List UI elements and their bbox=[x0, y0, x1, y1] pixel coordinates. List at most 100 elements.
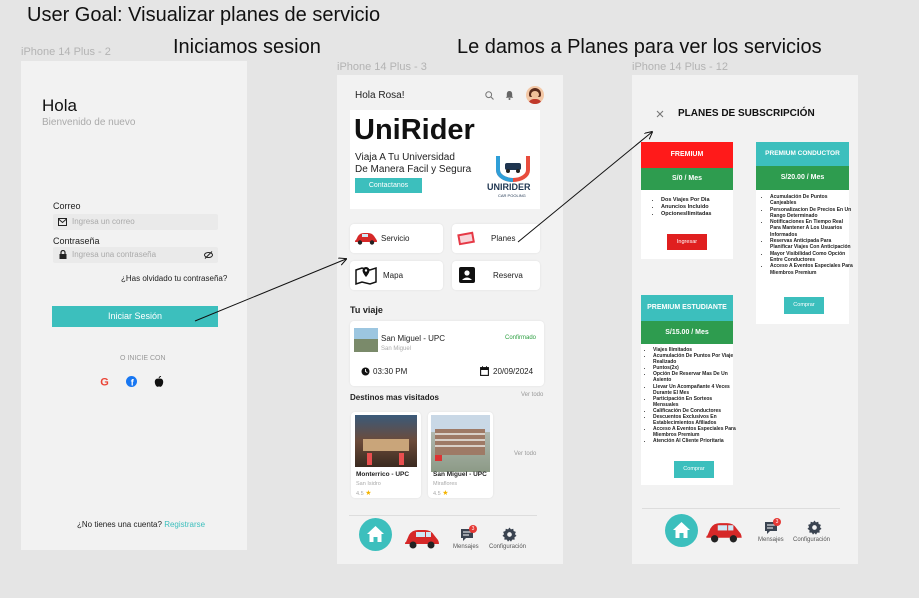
nav-home-button[interactable] bbox=[665, 514, 698, 547]
trip-card[interactable]: San Miguel - UPC San Miguel Confirmado 0… bbox=[350, 321, 544, 386]
hero-banner: UniRider Viaja A Tu Universidad De Maner… bbox=[350, 110, 540, 209]
email-label: Correo bbox=[53, 201, 81, 211]
rating-value-1: 4.5 bbox=[356, 491, 364, 497]
plan-price-estudiante: S/15.00 / Mes bbox=[641, 321, 733, 344]
nav-car-icon[interactable] bbox=[705, 519, 743, 544]
email-field[interactable]: Ingresa un correo bbox=[53, 214, 218, 230]
car-icon bbox=[355, 233, 377, 245]
plan-price-fremium: S/0 / Mes bbox=[641, 168, 733, 190]
star-icon: ★ bbox=[365, 490, 372, 497]
plan-button-estudiante[interactable]: Comprar bbox=[674, 461, 714, 478]
home-icon bbox=[367, 526, 384, 542]
login-button[interactable]: Iniciar Sesión bbox=[52, 306, 218, 327]
home-screen: Hola Rosa! UniRider Viaja A Tu Universid… bbox=[337, 75, 563, 564]
frame-label-home: iPhone 14 Plus - 3 bbox=[337, 61, 427, 73]
destination-subtitle-1: San Isidro bbox=[356, 481, 381, 487]
forgot-password-link[interactable]: ¿Has olvidado tu contraseña? bbox=[121, 274, 227, 283]
plan-price-conductor: S/20.00 / Mes bbox=[756, 166, 849, 190]
trip-subtitle: San Miguel bbox=[381, 346, 412, 352]
feature-item: Atención Al Cliente Prioritaria bbox=[653, 438, 739, 444]
plans-title: PLANES DE SUBSCRIPCIÓN bbox=[678, 108, 815, 119]
destination-card-1[interactable]: Monterrico - UPC San Isidro 4.5 ★ bbox=[351, 412, 421, 498]
mail-icon bbox=[58, 218, 67, 226]
search-icon[interactable] bbox=[485, 91, 494, 100]
gear-icon bbox=[502, 527, 517, 542]
trip-date: 20/09/2024 bbox=[493, 367, 534, 376]
ticket-icon bbox=[457, 231, 475, 246]
menu-mapa[interactable]: Mapa bbox=[350, 261, 443, 290]
menu-reserva[interactable]: Reserva bbox=[452, 261, 540, 290]
feature-item: Anuncios Incluido bbox=[661, 204, 737, 211]
destination-image-1 bbox=[355, 415, 417, 467]
feature-item: Reservas Anticipada Para Planificar Viaj… bbox=[770, 238, 854, 251]
password-label: Contraseña bbox=[53, 236, 100, 246]
destination-rating-1: 4.5 ★ bbox=[356, 489, 371, 497]
see-all-link[interactable]: Ver todo bbox=[521, 392, 543, 398]
nav-home-button[interactable] bbox=[359, 518, 392, 551]
nav-messages-label: Mensajes bbox=[758, 537, 784, 543]
clock-icon bbox=[361, 367, 370, 376]
trip-time: 03:30 PM bbox=[373, 367, 408, 376]
menu-planes-label: Planes bbox=[491, 234, 516, 243]
nav-settings-label: Configuración bbox=[489, 544, 527, 550]
nav-messages[interactable]: 3 Mensajes bbox=[758, 518, 790, 548]
nav-settings[interactable]: Configuración bbox=[489, 525, 534, 555]
feature-item: Opción De Reservar Mas De Un Asiento bbox=[653, 371, 739, 383]
nav-settings[interactable]: Configuración bbox=[792, 518, 837, 548]
google-icon[interactable]: G bbox=[99, 376, 110, 388]
frame-label-login: iPhone 14 Plus - 2 bbox=[21, 46, 111, 58]
logo-subtext: CAR POOLING bbox=[498, 193, 526, 198]
home-icon bbox=[673, 522, 690, 538]
plan-features-fremium: Dos Viajes Por Dia Anuncios Incluido Opc… bbox=[653, 197, 737, 218]
nav-divider bbox=[642, 508, 840, 509]
destination-title-2: San Miguel - UPC bbox=[433, 471, 487, 478]
plan-button-fremium[interactable]: Ingresar bbox=[667, 234, 707, 250]
nav-messages[interactable]: 3 Mensajes bbox=[453, 525, 486, 555]
messages-badge: 3 bbox=[773, 518, 781, 526]
password-placeholder: Ingresa una contraseña bbox=[72, 250, 157, 259]
contact-button[interactable]: Contactanos bbox=[355, 178, 422, 193]
avatar[interactable] bbox=[526, 86, 544, 104]
login-screen: Hola Bienvenido de nuevo Correo Ingresa … bbox=[21, 61, 247, 550]
password-field[interactable]: Ingresa una contraseña bbox=[53, 247, 218, 263]
menu-planes[interactable]: Planes bbox=[452, 224, 540, 253]
menu-servicio[interactable]: Servicio bbox=[350, 224, 443, 253]
home-greeting: Hola Rosa! bbox=[355, 90, 405, 101]
apple-icon[interactable] bbox=[154, 376, 164, 387]
plans-screen: PLANES DE SUBSCRIPCIÓN FREMIUM S/0 / Mes… bbox=[632, 75, 858, 564]
feature-item: Acceso A Eventos Especiales Para Miembro… bbox=[770, 263, 854, 276]
login-subtitle: Bienvenido de nuevo bbox=[42, 117, 136, 128]
lock-icon bbox=[59, 250, 67, 259]
eye-off-icon[interactable] bbox=[204, 251, 213, 259]
feature-item: Acceso A Eventos Especiales Para Miembro… bbox=[653, 426, 739, 438]
register-prompt: ¿No tienes una cuenta? Registrarse bbox=[77, 520, 205, 529]
nav-divider bbox=[349, 515, 537, 516]
see-all-link-2[interactable]: Ver todo bbox=[514, 451, 536, 457]
plan-card-premium-conductor: PREMIUM CONDUCTOR S/20.00 / Mes Acumulac… bbox=[756, 142, 853, 324]
nav-messages-label: Mensajes bbox=[453, 544, 479, 550]
visited-section-title: Destinos mas visitados bbox=[350, 393, 439, 402]
frame-label-plans: iPhone 14 Plus - 12 bbox=[632, 61, 729, 73]
bell-icon[interactable] bbox=[505, 90, 514, 100]
feature-item: Mayor Visibilidad Como Opción Entre Cond… bbox=[770, 251, 854, 264]
tagline-line-2: De Manera Facil y Segura bbox=[355, 164, 472, 175]
register-link[interactable]: Registrarse bbox=[164, 520, 205, 529]
destination-subtitle-2: Miraflores bbox=[433, 481, 458, 487]
svg-text:G: G bbox=[100, 377, 109, 388]
plan-button-conductor[interactable]: Comprar bbox=[784, 297, 824, 314]
nav-car-icon[interactable] bbox=[404, 526, 440, 550]
contact-card-icon bbox=[459, 267, 475, 283]
trip-status: Confirmado bbox=[505, 335, 537, 341]
plan-name-fremium: FREMIUM bbox=[641, 142, 733, 168]
menu-mapa-label: Mapa bbox=[383, 271, 404, 280]
close-icon[interactable] bbox=[656, 110, 664, 118]
feature-item: Acumulación De Puntos Canjeables bbox=[770, 194, 854, 207]
login-greeting: Hola bbox=[42, 96, 77, 115]
feature-item: Notificaciones En Tiempo Real Para Mante… bbox=[770, 219, 854, 238]
destination-card-2[interactable]: San Miguel - UPC Miraflores 4.5 ★ bbox=[428, 412, 493, 498]
feature-item: Acumulación De Puntos Por Viaje Realizad… bbox=[653, 353, 739, 365]
facebook-icon[interactable]: f bbox=[126, 376, 137, 387]
destination-image-2 bbox=[431, 415, 490, 472]
plan-name-conductor: PREMIUM CONDUCTOR bbox=[756, 142, 849, 166]
feature-item: Dos Viajes Por Dia bbox=[661, 197, 737, 204]
